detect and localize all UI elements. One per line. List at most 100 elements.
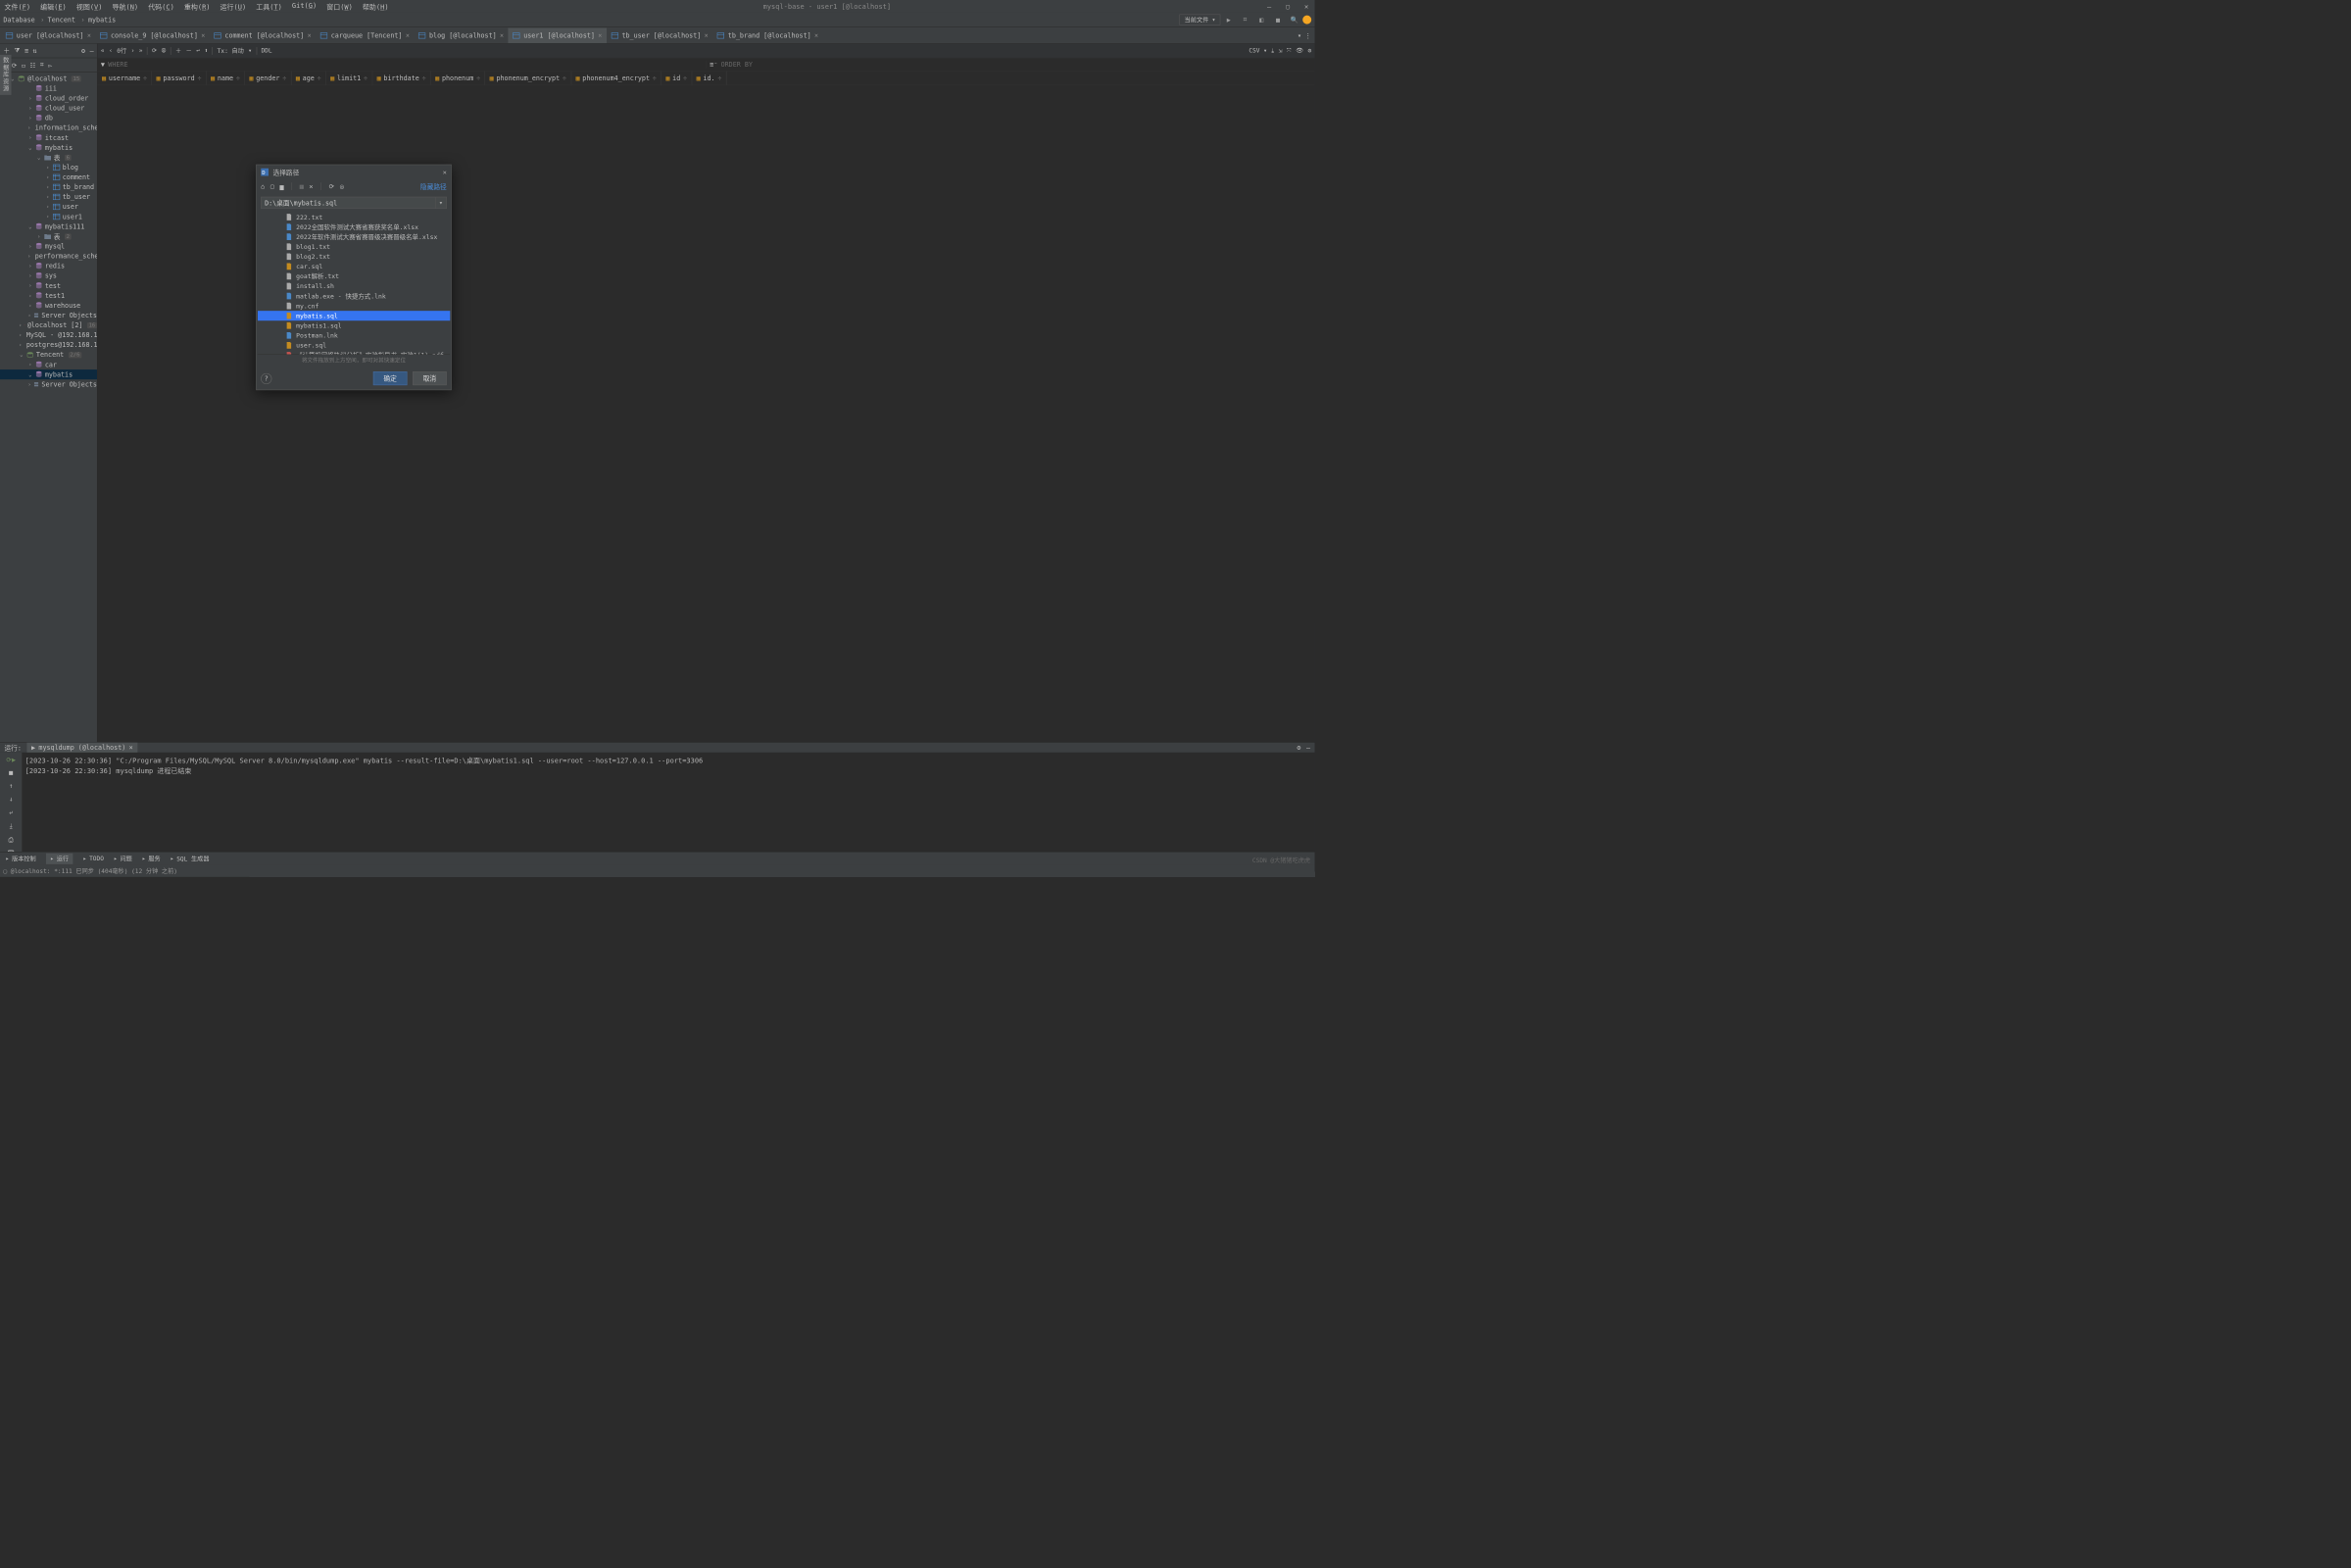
close-icon[interactable]: × <box>129 744 133 752</box>
tree-item[interactable]: ⌄mybatis <box>0 369 97 379</box>
file-item[interactable]: goat解析.txt <box>258 271 450 281</box>
down-icon[interactable]: ↓ <box>9 795 13 803</box>
debug-icon[interactable]: ⌗ <box>1240 15 1249 24</box>
toolwindow-button[interactable]: ▸TODO <box>83 855 104 861</box>
run-process-tab[interactable]: ▶ mysqldump (@localhost) × <box>27 743 138 753</box>
file-item[interactable]: blog1.txt <box>258 242 450 252</box>
editor-tab[interactable]: comment [@localhost]× <box>210 27 316 43</box>
tree-item[interactable]: ›@localhost [2]16 <box>0 320 97 330</box>
tree-item[interactable]: ›information_schema <box>0 122 97 132</box>
column-header[interactable]: ▦gender÷ <box>245 72 291 85</box>
toolwindow-button[interactable]: ▸SQL 生成器 <box>171 855 210 863</box>
close-icon[interactable]: ✕ <box>1302 2 1310 10</box>
tree-item[interactable]: ›表2 <box>0 231 97 241</box>
collapse-icon[interactable]: — <box>90 47 94 55</box>
show-hidden-icon[interactable]: ◎ <box>340 182 344 190</box>
tree-item[interactable]: ›MySQL - @192.168.190.12 <box>0 330 97 340</box>
column-header[interactable]: ▦id÷ <box>661 72 692 85</box>
stop-icon[interactable]: ■ <box>9 769 13 777</box>
file-list[interactable]: 222.txt2022全国软件测试大赛省赛获奖名单.xlsx2022年软件测试大… <box>258 212 450 354</box>
help-icon[interactable]: ? <box>261 373 271 384</box>
editor-tab[interactable]: user [@localhost]× <box>1 27 95 43</box>
close-icon[interactable]: × <box>500 31 504 39</box>
editor-tab[interactable]: tb_user [@localhost]× <box>607 27 712 43</box>
tree-item[interactable]: ›mysql <box>0 241 97 251</box>
close-icon[interactable]: × <box>705 31 709 39</box>
last-page-icon[interactable]: » <box>139 47 143 54</box>
desktop-icon[interactable]: ▢ <box>270 182 274 190</box>
export-icon[interactable]: ⤓ <box>1271 47 1274 55</box>
tree-item[interactable]: ›blog <box>0 163 97 172</box>
transpose-icon[interactable]: ⤧ <box>1287 47 1292 55</box>
sort-icon[interactable]: ≡⁻ <box>710 61 717 69</box>
docs-icon[interactable]: ☷ <box>29 61 35 69</box>
search-icon[interactable]: 🔍 <box>1290 15 1299 24</box>
ddl-button[interactable]: DDL <box>261 47 271 54</box>
tree-item[interactable]: ›user <box>0 202 97 212</box>
menu-item[interactable]: 代码(C) <box>148 1 174 12</box>
print-icon[interactable]: ⎙ <box>8 836 13 844</box>
file-item[interactable]: blog2.txt <box>258 252 450 262</box>
menu-item[interactable]: 重构(R) <box>184 1 211 12</box>
menu-item[interactable]: 工具(T) <box>256 1 282 12</box>
filter-icon[interactable]: ⦾ <box>162 47 167 55</box>
close-icon[interactable]: × <box>87 31 91 39</box>
file-item[interactable]: mybatis1.sql <box>258 320 450 330</box>
refresh-icon[interactable]: ⟳ <box>12 61 18 69</box>
toolwindow-button[interactable]: ▸版本控制 <box>6 855 36 863</box>
file-item[interactable]: install.sh <box>258 281 450 291</box>
run-config-dropdown[interactable]: 当前文件▾ <box>1180 14 1221 24</box>
maximize-icon[interactable]: ▢ <box>1284 2 1292 10</box>
toolwindow-button[interactable]: ▸服务 <box>142 855 161 863</box>
menu-item[interactable]: 窗口(W) <box>326 1 353 12</box>
tree-item[interactable]: ›tb_brand <box>0 182 97 192</box>
file-item[interactable]: user.sql <box>258 340 450 350</box>
pin-icon[interactable]: ⇲ <box>1279 47 1283 54</box>
tree-item[interactable]: ›redis <box>0 261 97 270</box>
tree-item[interactable]: ⌄mybatis111 <box>0 221 97 231</box>
tree-item[interactable]: ›performance_schema <box>0 251 97 261</box>
run-icon[interactable]: ▶ <box>1224 15 1234 24</box>
menu-item[interactable]: 文件(F) <box>4 1 30 12</box>
tree-item[interactable]: ›user1 <box>0 212 97 221</box>
tree-item[interactable]: ›warehouse <box>0 300 97 310</box>
remove-row-icon[interactable]: － <box>186 46 192 55</box>
column-header[interactable]: ▦password÷ <box>152 72 207 85</box>
file-item[interactable]: matlab.exe - 快捷方式.lnk <box>258 291 450 301</box>
status-icon[interactable]: ▢ <box>3 867 7 874</box>
menu-item[interactable]: 导航(N) <box>113 1 139 12</box>
path-input[interactable] <box>261 197 435 209</box>
column-header[interactable]: ▦phonenum4_encrypt÷ <box>571 72 661 85</box>
editor-tab[interactable]: tb_brand [@localhost]× <box>712 27 822 43</box>
hide-path-link[interactable]: 隐藏路径 <box>420 181 447 191</box>
host-item[interactable]: ⌄ @localhost 15 <box>0 74 97 83</box>
first-page-icon[interactable]: « <box>101 47 105 54</box>
avatar-icon[interactable] <box>1302 15 1311 24</box>
filter-icon[interactable]: ⧩ <box>15 47 21 55</box>
filter-where-icon[interactable]: ▼ <box>101 61 105 69</box>
gear-icon[interactable]: ⚙ <box>81 47 85 55</box>
dialog-close-icon[interactable]: ✕ <box>443 169 447 176</box>
cancel-button[interactable]: 取消 <box>413 371 447 385</box>
tree-item[interactable]: ⌄表6 <box>0 152 97 162</box>
column-header[interactable]: ▦name÷ <box>207 72 245 85</box>
minimize-icon[interactable]: — <box>1265 2 1273 10</box>
close-icon[interactable]: × <box>201 31 205 39</box>
file-item[interactable]: 2022全国软件测试大赛省赛获奖名单.xlsx <box>258 221 450 231</box>
add-row-icon[interactable]: ＋ <box>175 46 181 55</box>
prev-page-icon[interactable]: ‹ <box>109 47 113 54</box>
settings-icon[interactable]: ⚙ <box>1307 47 1311 54</box>
file-item[interactable]: 《计算机网络协议分析》实验指导书-实验1(1).pdf <box>258 350 450 354</box>
tree-item[interactable]: ›postgres@192.168.190.12 <box>0 340 97 350</box>
console-output[interactable]: [2023-10-26 22:30:36] "C:/Program Files/… <box>22 753 1314 858</box>
export-csv[interactable]: CSV ▾ <box>1249 47 1267 54</box>
tree-item[interactable]: ⌄mybatis <box>0 142 97 152</box>
toolwindow-button[interactable]: ▸问题 <box>114 855 132 863</box>
column-header[interactable]: ▦phonenum_encrypt÷ <box>485 72 571 85</box>
file-item[interactable]: Postman.lnk <box>258 330 450 340</box>
delete-icon[interactable]: ✕ <box>309 182 313 190</box>
editor-tab[interactable]: console_9 [@localhost]× <box>95 27 209 43</box>
file-item[interactable]: my.cnf <box>258 301 450 311</box>
menu-item[interactable]: 编辑(E) <box>40 1 67 12</box>
column-header[interactable]: ▦limit1÷ <box>326 72 372 85</box>
